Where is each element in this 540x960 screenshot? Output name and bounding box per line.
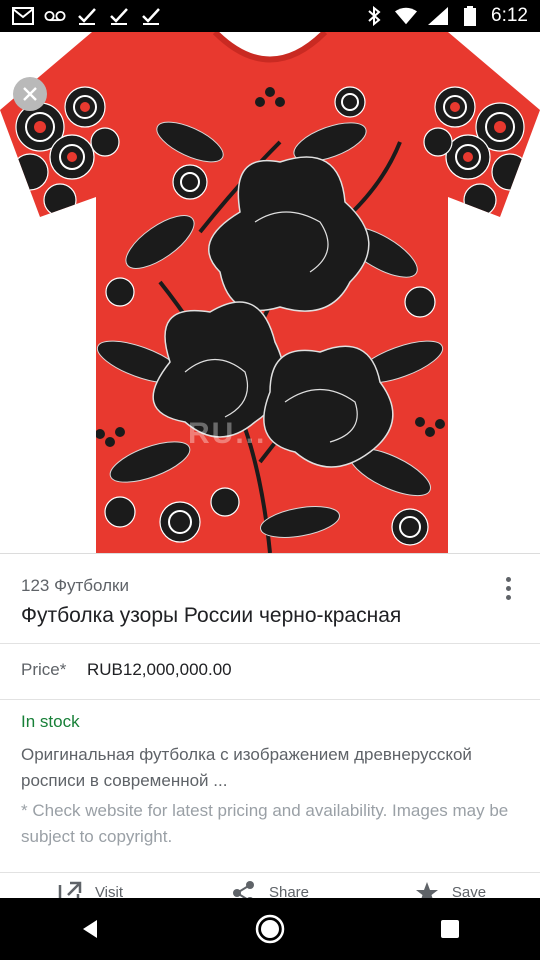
save-icon xyxy=(415,882,438,900)
divider xyxy=(0,699,540,700)
save-label: Save xyxy=(451,884,487,900)
share-icon xyxy=(232,881,254,900)
close-button[interactable] xyxy=(13,77,47,111)
store-name[interactable]: 123 Футболки xyxy=(21,576,129,596)
divider xyxy=(0,872,540,873)
signal-icon xyxy=(427,5,449,27)
tshirt-image xyxy=(0,32,540,553)
recents-button[interactable] xyxy=(420,899,480,959)
visit-label: Visit xyxy=(94,884,124,900)
product-description: Оригинальная футболка с изображением дре… xyxy=(21,745,472,790)
divider xyxy=(0,643,540,644)
gmail-icon xyxy=(12,5,34,27)
disclaimer-text: * Check website for latest pricing and a… xyxy=(21,801,509,846)
more-vert-icon xyxy=(505,576,511,582)
share-button[interactable]: Share xyxy=(180,880,360,900)
status-bar: 6:12 xyxy=(0,0,540,32)
back-button[interactable] xyxy=(60,899,120,959)
visit-button[interactable]: Visit xyxy=(0,880,180,900)
back-triangle-icon xyxy=(83,920,97,938)
check-icon xyxy=(108,5,130,27)
product-title: Футболка узоры России черно-красная xyxy=(21,604,402,627)
more-options-button[interactable] xyxy=(494,572,522,604)
wifi-icon xyxy=(395,5,418,27)
product-image[interactable]: RU... xyxy=(0,32,540,553)
stock-status: In stock xyxy=(21,712,80,731)
share-label: Share xyxy=(268,884,310,900)
image-watermark: RU... xyxy=(188,417,267,450)
price-value: RUB12,000,000.00 xyxy=(87,660,232,679)
close-icon xyxy=(23,87,37,101)
action-bar: Visit Share Save xyxy=(0,880,540,900)
open-in-new-icon xyxy=(58,881,82,900)
check-icon xyxy=(140,5,162,27)
navigation-bar xyxy=(0,898,540,960)
bluetooth-icon xyxy=(363,5,385,27)
home-button[interactable] xyxy=(240,899,300,959)
clock-time: 6:12 xyxy=(491,5,528,26)
price-label: Price* xyxy=(21,660,67,679)
battery-icon xyxy=(459,5,481,27)
save-button[interactable]: Save xyxy=(360,880,540,900)
home-circle-icon xyxy=(255,914,285,944)
recents-square-icon xyxy=(441,920,459,938)
product-info-card: 123 Футболки Футболка узоры России черно… xyxy=(0,553,540,900)
check-icon xyxy=(76,5,98,27)
voicemail-icon xyxy=(44,5,66,27)
